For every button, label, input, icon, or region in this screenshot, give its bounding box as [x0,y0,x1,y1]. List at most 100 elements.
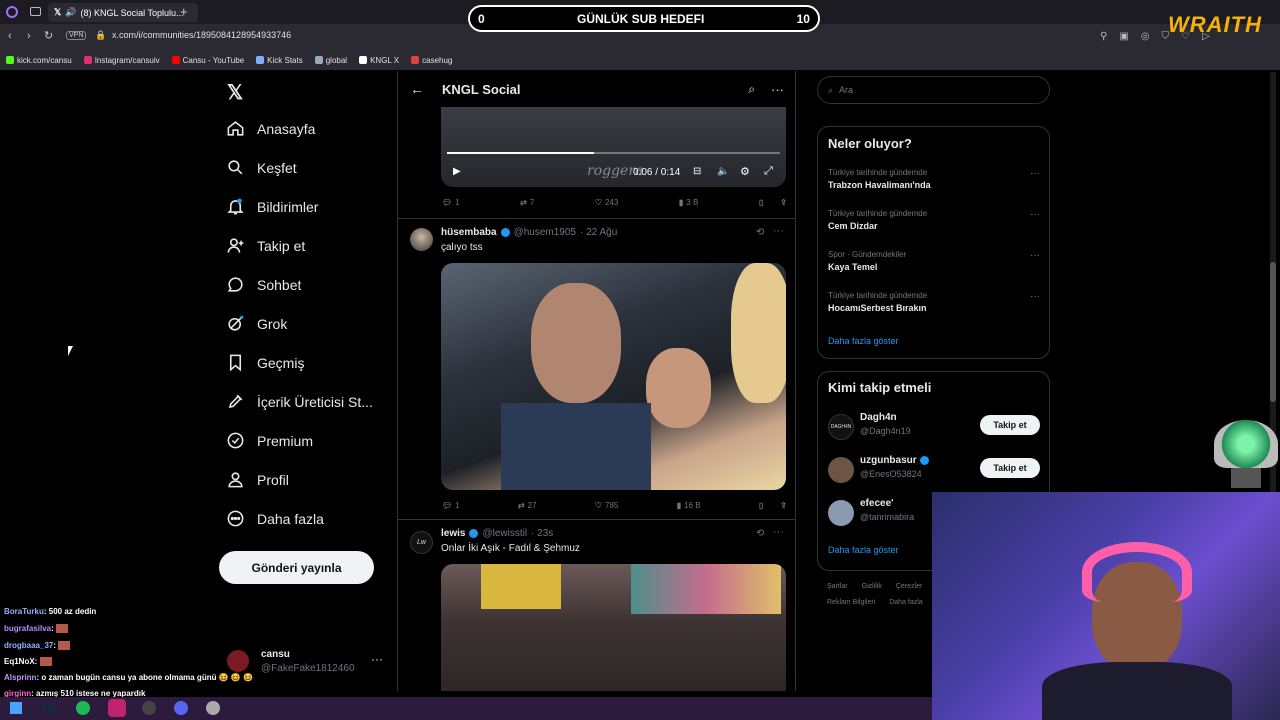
x-logo-icon[interactable]: 𝕏 [227,80,243,105]
trend-item[interactable]: Türkiye tarihinde gündemde Trabzon Haval… [828,168,1040,190]
more-icon[interactable]: ··· [1030,250,1040,261]
post-author-name[interactable]: lewis [441,528,465,539]
settings-icon[interactable]: ⚙ [740,165,750,178]
nav-grok[interactable]: Grok [226,314,287,333]
nav-premium[interactable]: Premium [226,431,313,450]
bookmark-action[interactable]: ▯ ⇪ [759,198,787,207]
new-tab-icon[interactable]: + [180,4,188,19]
steam-icon[interactable] [42,701,56,715]
more-icon[interactable]: ··· [1030,168,1040,179]
grok-icon[interactable]: ⟲ [756,528,764,539]
bookmark-global[interactable]: global [314,56,347,65]
nav-home[interactable]: Anasayfa [226,119,315,138]
footer-link-more[interactable]: Daha fazla [889,599,922,606]
tab-manager-icon[interactable] [30,7,41,16]
avatar[interactable] [828,500,854,526]
reply-action[interactable]: 💬︎ 1 [442,501,460,510]
browser-tab[interactable]: 𝕏 🔊 (8) KNGL Social Toplulu... [48,3,198,22]
nav-chat[interactable]: Sohbet [226,275,301,294]
grok-icon[interactable]: ⟲ [756,227,764,238]
nav-bookmarks[interactable]: Geçmiş [226,353,304,372]
back-arrow-icon[interactable]: ← [410,81,424,97]
post-card[interactable]: Lw lewis @lewisstil · 23s ⟲ ··· Onlar İk… [398,520,795,691]
video-progress-track[interactable] [447,152,780,154]
reply-action[interactable]: 💬︎ 1 [442,198,460,207]
url-input[interactable]: x.com/i/communities/1895084128954933746 [112,30,291,40]
like-action[interactable]: ♡ 243 [595,198,619,207]
captions-icon[interactable]: ⊟ [693,166,701,177]
post-author-name[interactable]: hüsembaba [441,227,497,238]
bookmark-kick-stats[interactable]: Kick Stats [256,56,303,65]
trend-item[interactable]: Spor · Gündemdekiler Kaya Temel ··· [828,250,1040,272]
follow-button[interactable]: Takip et [980,458,1040,478]
post-time[interactable]: · 23s [531,528,553,539]
app-icon[interactable] [206,701,220,715]
views-action[interactable]: ▮ 3 B [679,198,698,207]
show-more-link[interactable]: Daha fazla göster [828,336,899,346]
repost-action[interactable]: ⇄ 7 [520,198,534,207]
discord-icon[interactable] [174,701,188,715]
avatar[interactable] [410,228,433,251]
footer-link-cookies[interactable]: Çerezler [896,583,922,590]
more-icon[interactable]: ··· [773,225,784,237]
search-box[interactable]: ⌕ Ara [817,76,1050,104]
follow-suggestion[interactable]: uzgunbasur @EnesO53824 Takip et [828,455,1040,483]
avatar[interactable]: Lw [410,531,433,554]
forward-icon[interactable]: › [27,30,31,42]
share-icon[interactable]: ⇪ [780,501,787,510]
nav-explore[interactable]: Keşfet [226,158,297,177]
more-icon[interactable]: ··· [1030,209,1040,220]
nav-more[interactable]: Daha fazla [226,509,324,528]
avatar[interactable] [828,457,854,483]
account-menu-icon[interactable]: ··· [371,652,383,666]
more-icon[interactable]: ··· [1030,291,1040,302]
more-icon[interactable]: ··· [773,526,784,538]
repost-action[interactable]: ⇄ 27 [518,501,537,510]
post-photo[interactable] [441,263,786,490]
share-icon[interactable]: ⇪ [780,198,787,207]
snapshot-icon[interactable]: ◎ [1141,31,1150,42]
more-icon[interactable]: ··· [771,82,784,97]
search-input[interactable]: Ara [839,85,853,95]
bookmark-casehug[interactable]: casehug [411,56,452,65]
bookmark-kick[interactable]: kick.com/cansu [6,56,72,65]
footer-link-ads[interactable]: Reklam Bilgileri [827,599,875,606]
pin-icon[interactable]: ⚲ [1100,31,1107,42]
post-button[interactable]: Gönderi yayınla [219,551,374,584]
account-name[interactable]: cansu [261,649,290,660]
nav-notifications[interactable]: Bildirimler [226,197,318,216]
obs-icon[interactable] [142,701,156,715]
fullscreen-icon[interactable]: ⤢ [764,165,773,178]
nav-profile[interactable]: Profil [226,470,289,489]
nav-follow[interactable]: Takip et [226,236,305,255]
post-time[interactable]: · 22 Ağu [580,227,617,238]
bookmark-action[interactable]: ▯ ⇪ [759,501,787,510]
views-action[interactable]: ▮ 16 B [677,501,701,510]
nav-creator-studio[interactable]: İçerik Üreticisi St... [226,392,373,411]
post-card[interactable]: hüsembaba @husem1905 · 22 Ağu ⟲ ··· çalı… [398,219,795,519]
bookmark-instagram[interactable]: Instagram/cansuiv [83,56,160,65]
footer-link-privacy[interactable]: Gizlilik [862,583,882,590]
like-action[interactable]: ♡ 785 [595,501,619,510]
post-author-handle[interactable]: @husem1905 [514,227,576,238]
opera-logo-icon[interactable] [6,6,18,18]
volume-icon[interactable]: 🔈 [717,166,729,177]
follow-suggestion[interactable]: DAGH4N Dagh4n @Dagh4n19 Takip et [828,412,1040,440]
follow-button[interactable]: Takip et [980,415,1040,435]
play-icon[interactable]: ▶ [453,166,461,177]
reload-icon[interactable]: ↻ [44,29,53,42]
bookmark-youtube[interactable]: Cansu - YouTube [171,56,244,65]
avatar[interactable] [227,650,249,672]
avatar[interactable]: DAGH4N [828,414,854,440]
screenshot-icon[interactable]: ▣ [1119,31,1128,42]
trend-item[interactable]: Türkiye tarihinde gündemde HocamıSerbest… [828,291,1040,313]
post-video[interactable] [441,564,786,691]
spotify-icon[interactable] [76,701,90,715]
trend-item[interactable]: Türkiye tarihinde gündemde Cem Dizdar ··… [828,209,1040,231]
back-icon[interactable]: ‹ [8,30,12,42]
search-icon[interactable]: ⌕ [748,82,755,97]
windows-start-icon[interactable] [10,702,22,714]
post-author-handle[interactable]: @lewisstil [482,528,527,539]
video-player[interactable]: ▶ roggera 0:06 / 0:14 ⊟ 🔈 ⚙ ⤢ [441,107,786,187]
bookmark-kngl-x[interactable]: KNGL X [359,56,399,65]
